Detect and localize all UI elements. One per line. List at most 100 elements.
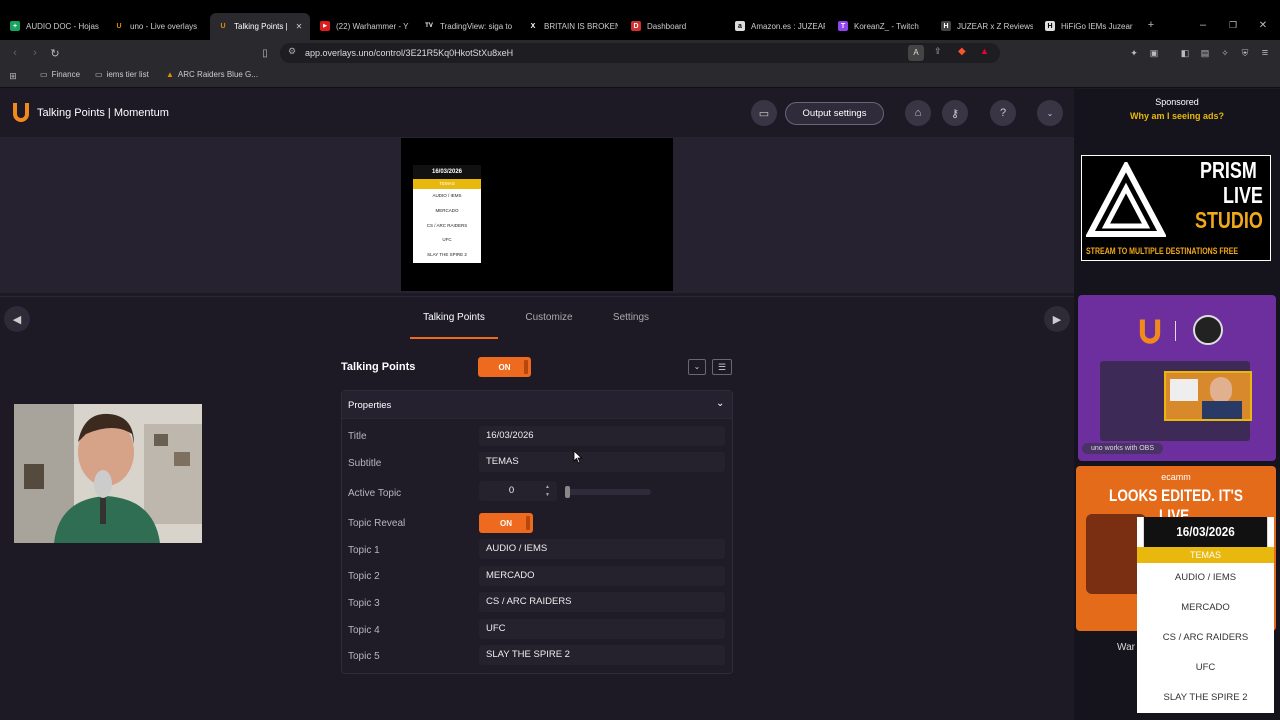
close-window-icon[interactable]: ✕ (1256, 18, 1270, 32)
site-icon: H (941, 21, 951, 31)
preview-item: MERCADO (435, 207, 459, 213)
collapse-icon[interactable]: ⌄ (688, 359, 706, 375)
tab-settings[interactable]: Settings (602, 312, 660, 323)
prism-logo (1086, 162, 1166, 237)
stepper-arrows-icon[interactable]: ▲ ▼ (545, 483, 550, 499)
new-tab-icon[interactable]: + (1144, 18, 1158, 32)
site-info-icon[interactable]: ⚙ (288, 46, 296, 57)
apps-grid-icon[interactable]: ⊞ (7, 70, 19, 82)
twitch-icon: T (838, 21, 848, 31)
list-icon[interactable]: ☰ (712, 359, 732, 375)
x-icon: X (530, 22, 536, 30)
field-label: Subtitle (348, 458, 382, 469)
topic-2-field[interactable]: MERCADO (479, 566, 725, 586)
youtube-icon: ▶ (320, 21, 330, 31)
topic-3-field[interactable]: CS / ARC RAIDERS (479, 592, 725, 612)
preview-item: AUDIO / IEMS (432, 193, 462, 198)
bookmark-item[interactable]: ▭ Finance (40, 70, 80, 79)
topic-reveal-toggle[interactable]: ON (479, 513, 533, 533)
minimize-icon[interactable]: – (1196, 18, 1210, 32)
url-field[interactable]: ⚙ app.overlays.uno/control/3E21R5Kq0Hkot… (280, 43, 1000, 63)
restore-icon[interactable]: ❐ (1226, 18, 1240, 32)
topic-1-field[interactable]: AUDIO / IEMS (479, 539, 725, 559)
key-icon[interactable]: ⚷ (942, 100, 968, 126)
browser-tab[interactable]: Uuno - Live overlays (114, 15, 204, 37)
browser-tab[interactable]: D Dashboard (631, 15, 721, 37)
tab-customize[interactable]: Customize (517, 312, 581, 323)
browser-tab[interactable]: T KoreanZ_ - Twitch (838, 15, 928, 37)
preview-item: UFC (442, 237, 452, 243)
browser-tab[interactable]: H HiFiGo IEMs Juzear (1045, 15, 1135, 37)
field-label: Topic 4 (348, 625, 380, 636)
browser-tab[interactable]: H JUZEAR x Z Reviews (941, 15, 1033, 37)
leo-icon[interactable]: ✧ (1218, 46, 1232, 60)
chevron-down-icon[interactable]: ⌄ (716, 398, 724, 409)
rewards-icon[interactable]: ▲ (980, 46, 989, 56)
uno-logo[interactable] (10, 101, 32, 123)
webcam-feed (14, 404, 202, 543)
overlay-date: 16/03/2026 (1143, 517, 1268, 547)
properties-header[interactable]: Properties ⌄ (342, 391, 732, 419)
title-field[interactable]: 16/03/2026 (479, 426, 725, 446)
preview-item: CS / ARC RAIDERS (426, 222, 468, 228)
prism-ad[interactable]: PRISM LIVE STUDIO STREAM TO MULTIPLE DES… (1081, 155, 1271, 261)
brave-shield-icon[interactable]: ◆ (958, 46, 966, 57)
browser-tab[interactable]: ▶ (22) Warhammer - Y (320, 15, 410, 37)
field-label: Topic 5 (348, 651, 380, 662)
slider-handle[interactable] (565, 486, 570, 498)
bookmark-item[interactable]: ▭ iems tier list (95, 70, 149, 79)
talking-points-overlay: 16/03/2026 TEMAS AUDIO / IEMS MERCADO CS… (1137, 517, 1274, 713)
bookmark-item[interactable]: ▲ ARC Raiders Blue G... (166, 70, 258, 79)
menu-icon[interactable]: ≡ (1258, 46, 1272, 60)
active-topic-slider[interactable] (565, 486, 651, 498)
mouse-cursor (573, 450, 583, 464)
field-label: Topic Reveal (348, 518, 406, 529)
sidebar-icon[interactable]: ◧ (1178, 46, 1192, 60)
ecamm-brand: ecamm (1161, 472, 1191, 482)
browser-tab[interactable]: X BRITAIN IS BROKEN (528, 15, 618, 37)
browser-tab[interactable]: a Amazon.es : JUZEAR (735, 15, 825, 37)
field-label: Active Topic (348, 488, 402, 499)
preview-date: 16/03/2026 (413, 165, 481, 179)
uno-obs-ad[interactable]: uno works with OBS (1078, 295, 1276, 461)
prev-arrow-icon[interactable]: ◀ (4, 306, 30, 332)
browser-tab-bar: + AUDIO DOC - Hojas Uuno - Live overlays … (0, 0, 1280, 40)
bookmark-icon[interactable]: ▯ (258, 46, 272, 60)
topic-5-field[interactable]: SLAY THE SPIRE 2 (479, 645, 725, 665)
output-settings-button[interactable]: Output settings (785, 102, 884, 125)
tab-talking-points[interactable]: Talking Points (410, 312, 498, 323)
amazon-icon: a (735, 21, 745, 31)
reload-icon[interactable]: ↻ (48, 46, 62, 60)
forward-icon[interactable]: › (28, 46, 42, 60)
overlay-item: CS / ARC RAIDERS (1162, 632, 1249, 643)
back-icon[interactable]: ‹ (8, 46, 22, 60)
gamepad-icon[interactable]: ⌂ (905, 100, 931, 126)
browser-tab[interactable]: TV TradingView: siga to (424, 15, 514, 37)
next-arrow-icon[interactable]: ▶ (1044, 306, 1070, 332)
topic-4-field[interactable]: UFC (479, 619, 725, 639)
overlay-item: AUDIO / IEMS (1174, 572, 1237, 583)
extensions-icon[interactable]: ✦ (1127, 46, 1141, 60)
why-ads-link[interactable]: Why am I seeing ads? (1074, 111, 1280, 121)
ad-person-thumbnail (1164, 371, 1252, 421)
field-label: Title (348, 431, 367, 442)
vpn-icon[interactable]: ⛨ (1238, 46, 1252, 60)
chevron-down-icon[interactable]: ⌄ (1037, 100, 1063, 126)
translate-icon[interactable]: A (908, 45, 924, 61)
subtitle-field[interactable]: TEMAS (479, 452, 725, 472)
close-icon[interactable]: ✕ (296, 22, 303, 31)
site-icon: ▲ (166, 70, 174, 79)
screenshot-icon[interactable]: ▣ (1147, 46, 1161, 60)
help-icon[interactable]: ? (990, 100, 1016, 126)
browser-tab-active[interactable]: U Talking Points | ✕ (210, 13, 310, 40)
wallet-icon[interactable]: ▤ (1198, 46, 1212, 60)
monitor-icon[interactable]: ▭ (751, 100, 777, 126)
output-preview: 16/03/2026 TEMAS AUDIO / IEMS MERCADO CS… (401, 138, 673, 291)
dashboard-icon: D (631, 21, 641, 31)
talking-points-toggle[interactable]: ON (478, 357, 531, 377)
bookmarks-bar: ⊞ ▭ Finance ▭ iems tier list ▲ ARC Raiders … (0, 66, 1280, 88)
overlay-item: UFC (1195, 662, 1216, 673)
preview-area: 16/03/2026 TEMAS AUDIO / IEMS MERCADO CS… (0, 137, 1074, 293)
browser-tab[interactable]: + AUDIO DOC - Hojas (10, 15, 105, 37)
share-icon[interactable]: ⇪ (934, 46, 942, 57)
